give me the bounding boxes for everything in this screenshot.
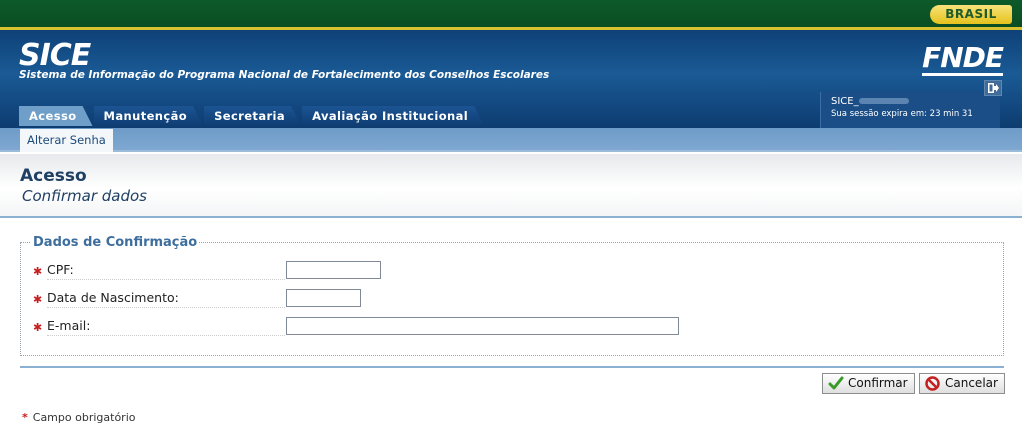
- cancel-button[interactable]: Cancelar: [919, 373, 1005, 394]
- form-divider: [20, 366, 1004, 368]
- cancel-icon: [925, 376, 940, 391]
- session-user: SICE_: [831, 96, 859, 107]
- logout-button[interactable]: [984, 80, 1002, 96]
- subtab-alterar-senha[interactable]: Alterar Senha: [20, 129, 113, 152]
- field-row-birthdate: ✱ Data de Nascimento:: [33, 289, 993, 309]
- cpf-label: CPF:: [47, 262, 74, 277]
- page-title: Acesso: [20, 166, 87, 186]
- app-subtitle: Sistema de Informação do Programa Nacion…: [19, 69, 550, 81]
- logout-icon: [988, 83, 999, 93]
- row-divider: [47, 307, 285, 308]
- page-subtitle: Confirmar dados: [22, 187, 147, 205]
- gov-bar: BRASIL: [0, 0, 1022, 27]
- required-star-icon: *: [22, 411, 28, 424]
- required-star-icon: ✱: [33, 293, 43, 306]
- required-star-icon: ✱: [33, 265, 43, 278]
- cpf-input[interactable]: [286, 261, 381, 279]
- field-row-cpf: ✱ CPF:: [33, 261, 993, 281]
- email-input[interactable]: [286, 317, 679, 335]
- required-star-icon: ✱: [33, 321, 43, 334]
- sub-navigation: Alterar Senha: [0, 128, 1022, 152]
- fnde-logo: FNDE: [922, 41, 1004, 76]
- page-header: Acesso Confirmar dados: [0, 154, 1022, 218]
- cancel-button-label: Cancelar: [945, 376, 998, 390]
- birthdate-input[interactable]: [286, 289, 361, 307]
- row-divider: [47, 335, 285, 336]
- tab-manutencao[interactable]: Manutenção: [94, 106, 204, 126]
- required-note-text: Campo obrigatório: [32, 411, 136, 424]
- session-info: SICE_ Sua sessão expira em: 23 min 31: [820, 92, 1000, 128]
- field-row-email: ✱ E-mail:: [33, 317, 993, 337]
- check-icon: [828, 376, 844, 390]
- app-header: SICE Sistema de Informação do Programa N…: [0, 30, 1022, 128]
- fieldset-legend: Dados de Confirmação: [31, 235, 200, 250]
- tab-secretaria[interactable]: Secretaria: [204, 106, 301, 126]
- email-label: E-mail:: [47, 318, 91, 333]
- confirm-button-label: Confirmar: [848, 376, 908, 390]
- row-divider: [47, 279, 285, 280]
- tab-avaliacao-institucional[interactable]: Avaliação Institucional: [302, 106, 484, 126]
- brasil-badge[interactable]: BRASIL: [930, 5, 1012, 24]
- tab-acesso[interactable]: Acesso: [19, 106, 93, 126]
- app-title: SICE: [19, 38, 91, 73]
- confirmation-fieldset: Dados de Confirmação ✱ CPF: ✱ Data de Na…: [20, 235, 1004, 356]
- required-field-note: * Campo obrigatório: [22, 411, 135, 424]
- session-expiry: Sua sessão expira em: 23 min 31: [831, 109, 973, 119]
- confirm-button[interactable]: Confirmar: [822, 373, 915, 394]
- redacted-username: [858, 98, 909, 104]
- main-tabs: Acesso Manutenção Secretaria Avaliação I…: [19, 106, 485, 126]
- birthdate-label: Data de Nascimento:: [47, 290, 179, 305]
